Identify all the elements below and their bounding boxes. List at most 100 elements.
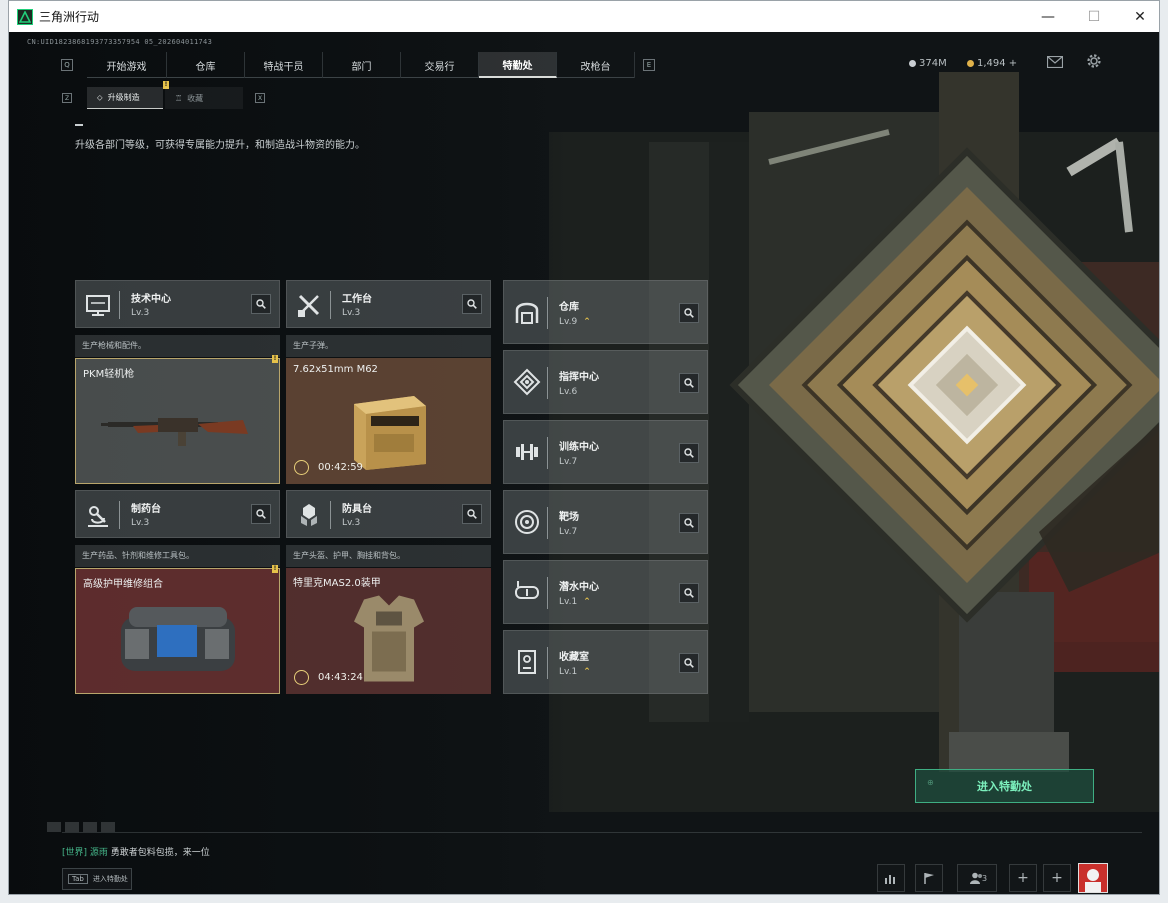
stats-chart-button[interactable]: [877, 864, 905, 892]
facility-search-button[interactable]: [251, 504, 271, 524]
header-separator: [119, 291, 120, 319]
subtab-collection[interactable]: ♖ 收藏: [165, 87, 243, 109]
window-title: 三角洲行动: [39, 10, 100, 24]
facility-header[interactable]: 防具台 Lv.3: [286, 490, 491, 538]
diving-icon: [513, 578, 541, 606]
facility-row-4[interactable]: 潜水中心 Lv.1 ⌃: [503, 560, 708, 624]
game-viewport: CN:UID1823868193773357954 05_20260401174…: [9, 32, 1159, 894]
production-slot[interactable]: PKM轻机枪!: [75, 355, 280, 484]
monitor-icon: [84, 291, 112, 319]
facility-description: 生产药品、针剂和维修工具包。: [75, 545, 280, 567]
nav-tab-3[interactable]: 部门: [323, 52, 401, 78]
subnav-prev-key[interactable]: Z: [62, 93, 72, 103]
facility-search-button[interactable]: [679, 303, 699, 323]
production-slot[interactable]: 高级护甲维修组合!: [75, 565, 280, 694]
header-separator: [547, 297, 548, 329]
bar-chart-icon: [885, 875, 895, 884]
nav-next-key[interactable]: E: [643, 59, 655, 71]
search-icon: [256, 299, 266, 309]
chat-tab-icon[interactable]: [47, 822, 61, 832]
facility-level: Lv.7: [559, 457, 578, 467]
header-separator: [547, 577, 548, 609]
squad-button[interactable]: [957, 864, 997, 892]
production-slot[interactable]: 特里克MAS2.0装甲 04:43:24: [286, 568, 491, 694]
chat-message[interactable]: [世界] 源雨 勇敢者包料包揽，来一位: [62, 845, 210, 858]
facility-level: Lv.7: [559, 527, 578, 537]
tab-hint-button[interactable]: Tab 进入特勤处: [62, 868, 132, 890]
header-separator: [547, 507, 548, 539]
facility-name: 靶场: [559, 512, 579, 523]
facility-level: Lv.6: [559, 387, 578, 397]
facility-header[interactable]: 制药台 Lv.3: [75, 490, 280, 538]
production-item-name: 特里克MAS2.0装甲: [293, 578, 381, 589]
nav-tab-6[interactable]: 改枪台: [557, 52, 635, 78]
add-friend-button[interactable]: +: [1009, 864, 1037, 892]
facility-row-5[interactable]: 收藏室 Lv.1 ⌃: [503, 630, 708, 694]
coupon-amount: 374M: [919, 58, 947, 69]
facility-search-button[interactable]: [679, 513, 699, 533]
flag-icon: [924, 873, 934, 884]
subnav-next-key[interactable]: X: [255, 93, 265, 103]
microscope-icon: [84, 501, 112, 529]
production-item-image: [98, 404, 258, 458]
header-separator: [330, 291, 331, 319]
currency-coupon[interactable]: 374M: [909, 58, 947, 69]
facility-search-button[interactable]: [679, 653, 699, 673]
facility-row-2[interactable]: 训练中心 Lv.7: [503, 420, 708, 484]
facility-name: 防具台: [342, 504, 372, 515]
minimize-button[interactable]: —: [1025, 1, 1071, 32]
flag-button[interactable]: [915, 864, 943, 892]
facility-level-row: Lv.7: [559, 457, 577, 467]
chat-sender[interactable]: 源雨: [90, 848, 108, 858]
facility-row-3[interactable]: 靶场 Lv.7: [503, 490, 708, 554]
facility-name: 技术中心: [131, 294, 171, 305]
add-friend-button-2[interactable]: +: [1043, 864, 1071, 892]
search-icon: [684, 518, 694, 528]
header-separator: [547, 647, 548, 679]
facility-search-button[interactable]: [679, 443, 699, 463]
upgrade-icon: ⬦: [97, 92, 103, 102]
facility-level-row: Lv.7: [559, 527, 577, 537]
facility-name: 仓库: [559, 302, 579, 313]
chat-tab-icon[interactable]: [83, 822, 97, 832]
nav-tab-1[interactable]: 仓库: [167, 52, 245, 78]
facility-level: Lv.3: [131, 308, 150, 318]
facility-header[interactable]: 工作台 Lv.3: [286, 280, 491, 328]
settings-gear-icon[interactable]: [1086, 53, 1102, 69]
facility-search-button[interactable]: [679, 373, 699, 393]
chat-tab-icon[interactable]: [101, 822, 115, 832]
facility-header[interactable]: 技术中心 Lv.3: [75, 280, 280, 328]
player-avatar[interactable]: [1078, 863, 1108, 893]
nav-prev-key[interactable]: Q: [61, 59, 73, 71]
nav-tab-5[interactable]: 特勤处: [479, 52, 557, 78]
facility-row-1[interactable]: 指挥中心 Lv.6: [503, 350, 708, 414]
search-icon: [467, 299, 477, 309]
facility-name: 指挥中心: [559, 372, 599, 383]
nav-tab-0[interactable]: 开始游戏: [87, 52, 167, 78]
facility-search-button[interactable]: [679, 583, 699, 603]
mail-icon[interactable]: [1047, 56, 1063, 68]
app-logo-icon: [17, 8, 33, 25]
nav-tab-2[interactable]: 特战干员: [245, 52, 323, 78]
production-alert-badge: !: [272, 355, 278, 363]
enter-special-ops-button[interactable]: 进入特勤处: [915, 769, 1094, 803]
facility-search-button[interactable]: [462, 504, 482, 524]
subtab-upgrade-manufacture[interactable]: ⬦ 升级制造 !: [87, 81, 169, 109]
facility-level: Lv.3: [131, 518, 150, 528]
title-bar[interactable]: 三角洲行动 — ☐ ✕: [9, 1, 1159, 32]
maximize-button[interactable]: ☐: [1071, 1, 1117, 32]
nav-tab-4[interactable]: 交易行: [401, 52, 479, 78]
facility-name: 训练中心: [559, 442, 599, 453]
close-button[interactable]: ✕: [1117, 1, 1159, 32]
game-window: 三角洲行动 — ☐ ✕ CN:UID1823868193773357954 05…: [8, 0, 1160, 895]
facility-search-button[interactable]: [251, 294, 271, 314]
facility-row-0[interactable]: 仓库 Lv.9 ⌃: [503, 280, 708, 344]
chat-tab-icon[interactable]: [65, 822, 79, 832]
currency-coin[interactable]: 1,494 +: [967, 58, 1017, 69]
warehouse-icon: [513, 298, 541, 326]
facility-search-button[interactable]: [462, 294, 482, 314]
production-item-name: 高级护甲维修组合: [83, 579, 163, 590]
facility-level: Lv.3: [342, 308, 361, 318]
trophy-icon: [513, 648, 541, 676]
production-slot[interactable]: 7.62x51mm M62 00:42:59: [286, 358, 491, 484]
